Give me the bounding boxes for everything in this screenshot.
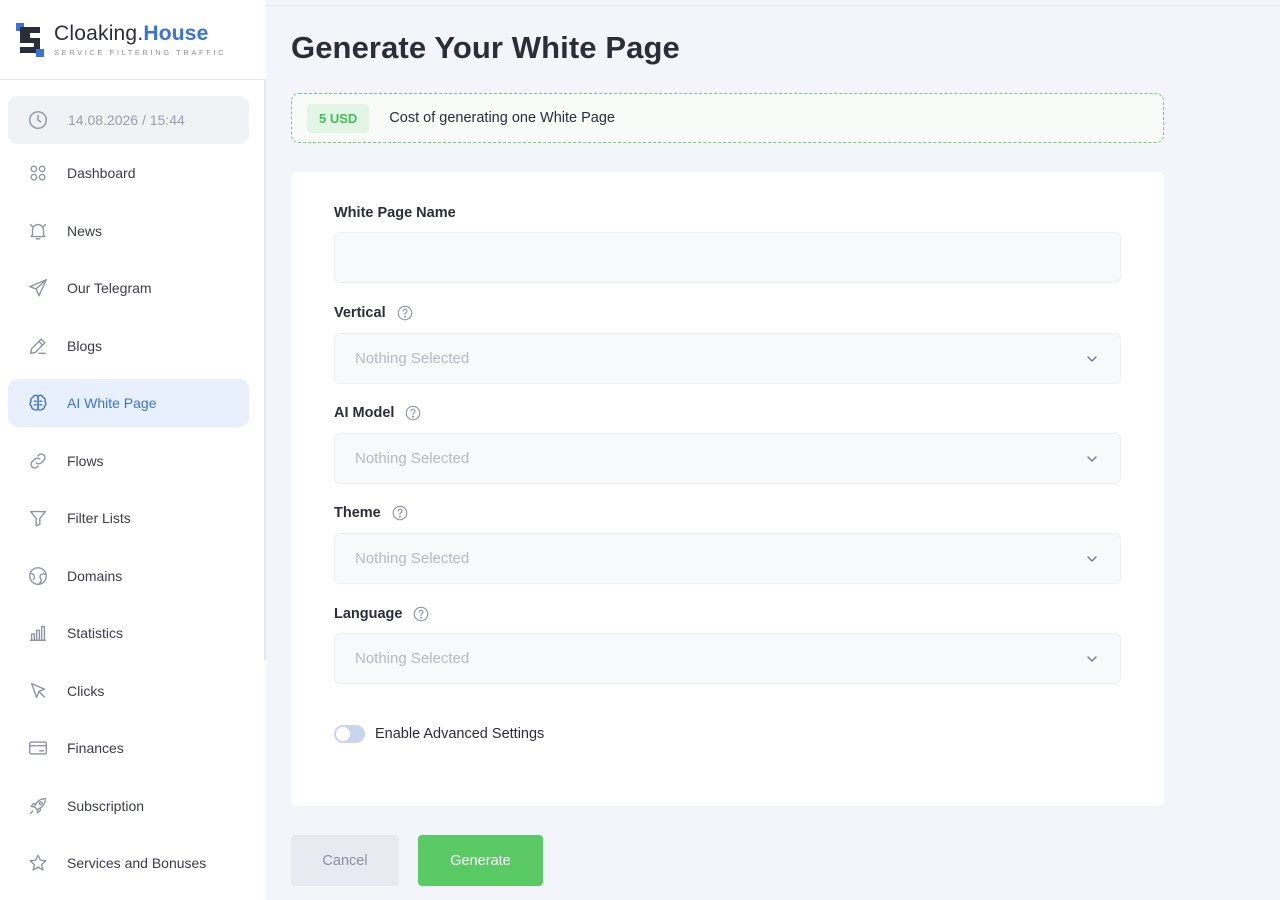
help-icon[interactable]	[412, 605, 430, 623]
white-page-name-label: White Page Name	[334, 205, 456, 221]
ai-model-label: AI Model	[334, 404, 422, 422]
cost-info-bar: 5 USD Cost of generating one White Page	[291, 93, 1164, 143]
sidebar-nav: Dashboard News Our Telegram Blogs AI Whi…	[8, 149, 249, 897]
chevron-down-icon	[1087, 655, 1097, 662]
top-divider	[266, 5, 1280, 6]
sidebar-item-label: Clicks	[67, 682, 105, 699]
language-select-value: Nothing Selected	[355, 650, 470, 667]
sidebar-item-filter-lists[interactable]: Filter Lists	[8, 494, 249, 542]
cost-badge: 5 USD	[307, 103, 370, 133]
sidebar-item-label: Domains	[67, 567, 123, 584]
toggle-knob	[336, 727, 350, 741]
vertical-label: Vertical	[334, 304, 414, 322]
brand-name: Cloaking.House	[54, 21, 209, 45]
filter-icon	[29, 510, 47, 527]
generate-button[interactable]: Generate	[418, 835, 543, 886]
sidebar-item-statistics[interactable]: Statistics	[8, 609, 249, 657]
sidebar-item-finances[interactable]: Finances	[8, 724, 249, 772]
wallet-icon	[29, 741, 47, 755]
pencil-icon	[29, 337, 47, 354]
sidebar-item-label: Finances	[67, 740, 124, 756]
white-page-form: White Page Name Vertical Nothing Selecte…	[291, 172, 1164, 806]
sidebar-item-telegram[interactable]: Our Telegram	[8, 264, 249, 312]
sidebar-item-label: Services and Bonuses	[67, 855, 207, 871]
paper-plane-icon	[29, 279, 47, 297]
sidebar-scrollbar[interactable]	[264, 80, 266, 660]
rocket-icon	[29, 797, 47, 814]
bar-chart-icon	[29, 625, 47, 642]
sidebar-item-dashboard[interactable]: Dashboard	[8, 149, 249, 197]
sidebar-item-label: Flows	[67, 452, 104, 469]
sidebar-item-label: Subscription	[67, 797, 145, 814]
star-icon	[29, 854, 47, 871]
clock-icon	[29, 111, 47, 129]
sidebar-item-blogs[interactable]: Blogs	[8, 322, 249, 370]
sidebar-item-services-and-bonuses[interactable]: Services and Bonuses	[8, 839, 249, 887]
cursor-icon	[30, 682, 46, 698]
white-page-name-input[interactable]	[334, 232, 1121, 283]
ai-model-select-value: Nothing Selected	[355, 450, 470, 467]
datetime-text: 14.08.2026 / 15:44	[68, 112, 185, 128]
sidebar-item-label: Filter Lists	[67, 510, 131, 526]
cancel-button[interactable]: Cancel	[291, 835, 399, 886]
sidebar-item-flows[interactable]: Flows	[8, 437, 249, 485]
sidebar-item-label: AI White Page	[67, 395, 157, 411]
advanced-settings-row: Enable Advanced Settings	[334, 725, 544, 743]
datetime-box: 14.08.2026 / 15:44	[8, 96, 249, 144]
logo-icon	[16, 22, 44, 57]
vertical-select-value: Nothing Selected	[355, 350, 470, 367]
globe-icon	[29, 566, 47, 585]
sidebar-item-subscription[interactable]: Subscription	[8, 782, 249, 830]
sidebar-item-news[interactable]: News	[8, 207, 249, 255]
sidebar-item-label: Our Telegram	[67, 280, 152, 296]
link-icon	[30, 452, 46, 469]
chevron-down-icon	[1087, 455, 1097, 462]
page-title: Generate Your White Page	[291, 30, 680, 65]
cost-text: Cost of generating one White Page	[389, 110, 615, 126]
advanced-settings-label: Enable Advanced Settings	[375, 726, 545, 742]
language-label: Language	[334, 605, 430, 623]
advanced-settings-toggle[interactable]	[334, 725, 365, 743]
sidebar: Cloaking.House SERVICE FILTERING TRAFFIC…	[0, 0, 266, 900]
brand[interactable]: Cloaking.House SERVICE FILTERING TRAFFIC	[0, 0, 266, 80]
sidebar-item-label: News	[67, 222, 103, 239]
help-icon[interactable]	[396, 304, 414, 322]
sidebar-item-clicks[interactable]: Clicks	[8, 667, 249, 715]
sidebar-item-label: Dashboard	[67, 165, 136, 181]
sidebar-item-ai-white-page[interactable]: AI White Page	[8, 379, 249, 427]
sidebar-item-domains[interactable]: Domains	[8, 552, 249, 600]
theme-label: Theme	[334, 504, 409, 522]
bell-icon	[29, 223, 47, 239]
chevron-down-icon	[1087, 355, 1097, 362]
vertical-select[interactable]: Nothing Selected	[334, 333, 1121, 384]
theme-select-value: Nothing Selected	[355, 550, 470, 567]
grid-icon	[30, 165, 46, 181]
help-icon[interactable]	[404, 404, 422, 422]
ai-model-select[interactable]: Nothing Selected	[334, 433, 1121, 484]
sidebar-item-label: Statistics	[67, 625, 124, 641]
brain-icon	[29, 394, 47, 411]
language-select[interactable]: Nothing Selected	[334, 633, 1121, 684]
help-icon[interactable]	[391, 504, 409, 522]
theme-select[interactable]: Nothing Selected	[334, 533, 1121, 584]
chevron-down-icon	[1087, 555, 1097, 562]
sidebar-item-label: Blogs	[67, 337, 103, 354]
brand-tagline: SERVICE FILTERING TRAFFIC	[54, 47, 227, 57]
